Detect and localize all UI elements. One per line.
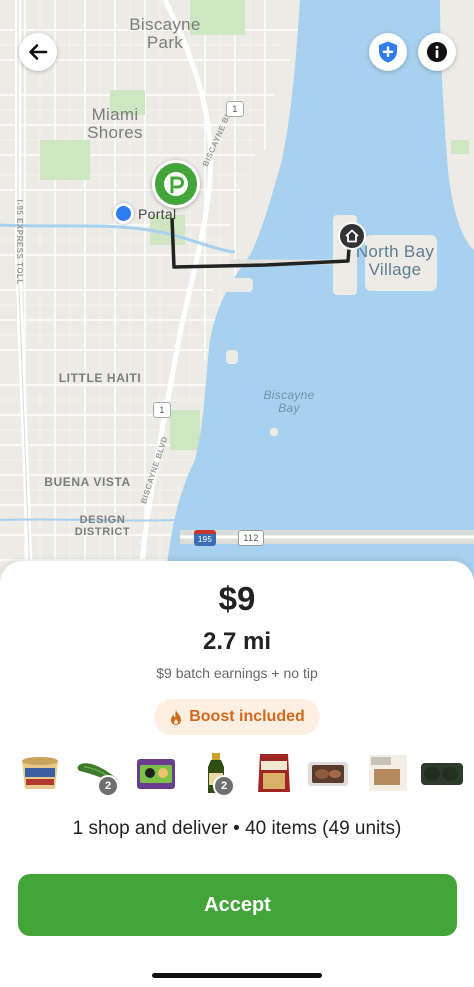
home-indicator[interactable] — [152, 973, 322, 978]
route-1-shield-upper: 1 — [226, 101, 244, 117]
label-little-haiti: LITTLE HAITI — [58, 371, 142, 385]
info-icon — [427, 42, 447, 62]
route-1-shield-lower: 1 — [153, 402, 171, 418]
earnings-note: $9 batch earnings + no tip — [156, 665, 318, 681]
store-pin[interactable] — [152, 160, 200, 208]
safety-button[interactable] — [369, 33, 407, 71]
delivery-home-pin[interactable] — [338, 222, 366, 250]
label-biscayne-bay: Biscayne Bay — [263, 388, 315, 415]
flame-icon — [171, 709, 182, 725]
interstate-195-shield: 195 — [194, 530, 216, 546]
shield-plus-icon — [379, 41, 397, 63]
item-thumb-meat-package — [308, 762, 348, 786]
item-thumb-snack-box — [137, 759, 175, 789]
item-thumb-avocado — [421, 763, 463, 785]
label-buena-vista: BUENA VISTA — [44, 475, 131, 489]
item-quantity-badge: 2 — [97, 775, 119, 797]
map-canvas — [0, 0, 474, 580]
accept-button[interactable]: Accept — [18, 874, 457, 936]
item-thumb-ice-cream — [22, 757, 58, 789]
arrow-left-icon — [29, 44, 48, 60]
batch-offer-sheet: $9 2.7 mi $9 batch earnings + no tip Boo… — [0, 561, 474, 987]
route-112-shield: 112 — [238, 530, 264, 546]
batch-pay: $9 — [218, 580, 256, 617]
boost-badge: Boost included — [154, 699, 320, 735]
label-miami-shores: Miami Shores — [87, 105, 143, 142]
label-portal: Portal — [138, 206, 177, 222]
publix-logo-icon — [164, 172, 188, 196]
batch-summary: 1 shop and deliver • 40 items (49 units) — [72, 818, 402, 839]
info-button[interactable] — [418, 33, 456, 71]
label-design-district: DESIGN DISTRICT — [74, 514, 131, 538]
label-i95-express: I-95 EXPRESS TOLL — [15, 199, 25, 285]
home-icon — [345, 229, 359, 243]
label-north-bay-village: North Bay Village — [355, 242, 435, 279]
back-button[interactable] — [19, 33, 57, 71]
label-biscayne-park: Biscayne Park — [129, 15, 201, 52]
item-thumb-sandwich — [369, 755, 407, 791]
map-view[interactable]: Biscayne Park Miami Shores Portal North … — [0, 0, 474, 580]
current-location-dot — [113, 203, 134, 224]
item-thumbnail-row[interactable]: 2 2 — [0, 751, 474, 801]
boost-label: Boost included — [189, 708, 305, 725]
item-quantity-badge: 2 — [213, 775, 235, 797]
batch-distance: 2.7 mi — [202, 628, 272, 655]
item-thumb-cheese-bag — [258, 754, 290, 792]
